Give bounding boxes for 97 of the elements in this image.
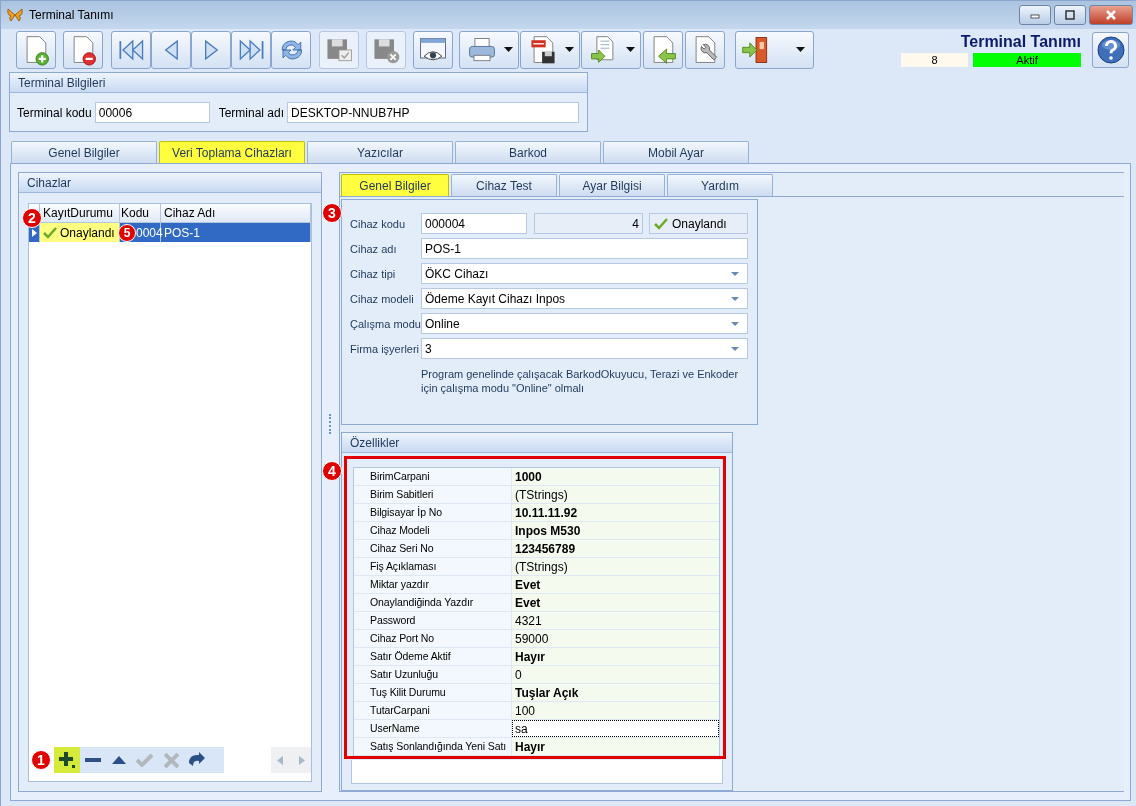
property-value[interactable]: sa [512,720,719,737]
field-label: Cihaz adı [350,242,398,255]
splitter-grip[interactable] [328,414,333,434]
tab[interactable]: Veri Toplama Cihazları [159,141,305,163]
property-value[interactable]: Evet [512,576,719,593]
tab[interactable]: Genel Bilgiler [11,141,157,163]
up-triangle-icon [112,756,126,764]
tab[interactable]: Ayar Bilgisi [559,174,665,196]
dropdown-value: 3 [425,341,432,356]
navigator-button[interactable] [54,747,80,773]
checkmark-icon [654,217,668,230]
tab[interactable]: Yazıcılar [307,141,453,163]
field-label: Cihaz kodu [350,217,407,230]
left-arrow-icon [277,755,283,765]
panel-title: Terminal Bilgileri [10,73,587,93]
maximize-icon [1063,8,1077,21]
maximize-button[interactable] [1054,4,1086,25]
field-label: Terminal adı [218,105,285,120]
field-label: Terminal kodu [17,105,92,120]
text-field[interactable]: 00006 [94,102,210,123]
minimize-button[interactable] [1019,4,1051,25]
number-field: 4 [534,213,643,234]
caret-icon [503,47,513,53]
toolbar-button[interactable] [413,30,453,69]
property-value[interactable]: 0 [512,666,719,683]
text-field[interactable]: DESKTOP-NNUB7HP [287,102,579,123]
panel-title: Özellikler [342,433,732,453]
tab[interactable]: Cihaz Test [451,174,557,196]
horizontal-scrollbar[interactable] [271,747,311,773]
property-value[interactable]: 123456789 [512,540,719,557]
caret-icon [625,47,635,53]
add-icon [59,752,75,768]
help-icon [1095,34,1126,65]
right-arrow-icon [299,755,305,765]
butterfly-icon [7,7,23,22]
dropdown-value: Online [425,316,460,331]
property-value[interactable]: Hayır [512,738,719,755]
property-value[interactable]: Tuşlar Açık [512,684,719,701]
column-header[interactable]: Kodu [120,204,161,222]
text-field[interactable]: POS-1 [421,238,748,259]
dropdown-value: ÖKC Cihazı [425,266,489,281]
property-value[interactable]: Evet [512,594,719,611]
property-value[interactable]: 4321 [512,612,719,629]
record-count: 8 [901,52,968,67]
field-label: Firma işyerleri [350,342,421,355]
dropdown-arrow-icon[interactable] [731,271,739,276]
dropdown-field[interactable]: Ödeme Kayıt Cihazı Inpos [421,288,748,309]
dropdown-value: Ödeme Kayıt Cihazı Inpos [425,291,566,306]
dropdown-field[interactable]: 3 [421,338,748,359]
window-title: Terminal Tanımı [29,7,114,22]
tab[interactable]: Barkod [455,141,601,163]
close-icon [1104,8,1118,21]
redo-arrow-icon [189,751,205,769]
callout-marker: 5 [118,223,136,242]
callout-marker: 3 [322,203,342,223]
x-icon [163,752,179,768]
help-button[interactable] [1092,31,1129,68]
minus-icon [85,758,101,762]
tab[interactable]: Yardım [667,174,773,196]
panel-title: Cihazlar [19,173,321,193]
field-label: Cihaz modeli [350,292,415,305]
dropdown-field[interactable]: Online [421,313,748,334]
tab[interactable]: Mobil Ayar [603,141,749,163]
property-value[interactable]: Inpos M530 [512,522,719,539]
column-header[interactable]: Cihaz Adı [161,204,311,222]
text-field[interactable]: 000004 [421,213,527,234]
property-value[interactable]: 10.11.11.92 [512,504,719,521]
status-text: Onaylandı [60,225,115,240]
property-value[interactable]: 100 [512,702,719,719]
table-cell: POS-1 [161,223,311,242]
property-value[interactable]: (TStrings) [512,486,719,503]
callout-marker: 1 [31,750,51,770]
property-value[interactable]: 59000 [512,630,719,647]
caret-icon [796,47,805,53]
property-value[interactable]: (TStrings) [512,558,719,575]
hint-text: Program genelinde çalışacak BarkodOkuyucu, Terazi ve Enkoder için çalışma modu "Online" olmalı [421,367,740,395]
checkmark-icon [136,753,154,767]
row-pointer-icon [31,228,37,237]
dropdown-arrow-icon[interactable] [731,296,739,301]
dropdown-arrow-icon[interactable] [731,321,739,326]
callout-marker: 2 [22,208,42,228]
status-indicator: Aktif [973,52,1081,67]
checkmark-icon [43,226,57,239]
property-value[interactable]: Hayır [512,648,719,665]
dropdown-field[interactable]: ÖKC Cihazı [421,263,748,284]
property-value[interactable]: 1000 [512,468,719,485]
toolbar-button[interactable] [520,30,580,69]
dropdown-arrow-icon[interactable] [731,346,739,351]
tab[interactable]: Genel Bilgiler [341,174,449,196]
close-button[interactable] [1089,4,1133,25]
field-label: Çalışma modu [350,317,421,330]
form-title: Terminal Tanımı [960,32,1081,51]
status-text: Onaylandı [672,216,727,231]
toolbar-button[interactable] [735,30,814,69]
caret-icon [564,47,574,53]
field-label: Cihaz tipi [350,267,397,280]
callout-marker: 4 [322,461,342,481]
